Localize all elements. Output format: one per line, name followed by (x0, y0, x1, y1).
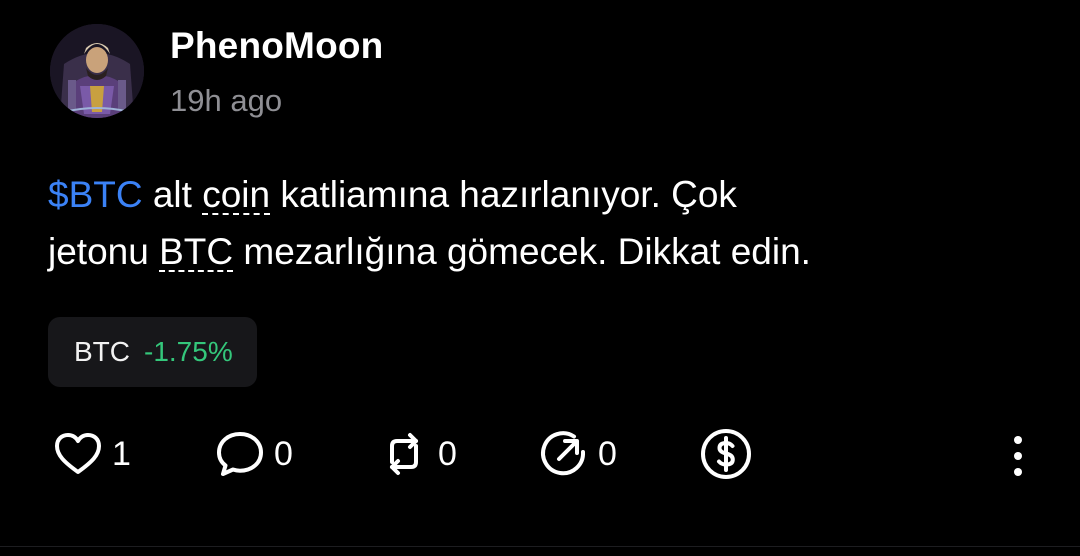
more-options-button[interactable] (1000, 424, 1036, 484)
post-content-line-2: jetonu BTC mezarlığına gömecek. Dikkat e… (48, 223, 1038, 280)
repost-icon (390, 433, 418, 475)
cashtag-link[interactable]: $BTC (48, 174, 143, 215)
share-icon (541, 431, 586, 476)
post-text: alt (142, 174, 203, 215)
divider (0, 546, 1080, 547)
avatar-image (50, 24, 144, 118)
comment-button[interactable]: 0 (214, 424, 293, 484)
dollar-tip-icon (701, 429, 751, 479)
repost-count: 0 (438, 435, 457, 473)
more-vertical-icon (1014, 436, 1022, 476)
post-text: jetonu (48, 231, 160, 272)
action-bar: 1 0 0 0 (0, 424, 1080, 484)
post-text: mezarlığına gömecek. Dikkat edin. (233, 231, 811, 272)
like-count: 1 (112, 435, 131, 473)
coin-link[interactable]: coin (202, 174, 270, 215)
ticker-change: -1.75% (144, 336, 233, 367)
author-name[interactable]: PhenoMoon (170, 24, 383, 68)
heart-icon (55, 433, 101, 474)
tip-button[interactable] (698, 424, 754, 484)
post-content-line-1: $BTC alt coin katliamına hazırlanıyor. Ç… (48, 166, 1038, 223)
post-timestamp: 19h ago (170, 83, 283, 118)
share-count: 0 (598, 435, 617, 473)
post-content: $BTC alt coin katliamına hazırlanıyor. Ç… (48, 166, 1038, 280)
post-text: katliamına hazırlanıyor. Çok (270, 174, 737, 215)
ticker-chip[interactable]: BTC -1.75% (48, 317, 257, 387)
comment-bubble-icon (217, 432, 263, 476)
ticker-symbol: BTC (74, 336, 130, 367)
btc-link[interactable]: BTC (159, 231, 233, 272)
avatar[interactable] (50, 24, 144, 118)
repost-button[interactable]: 0 (378, 424, 457, 484)
comment-count: 0 (274, 435, 293, 473)
post-card: PhenoMoon 19h ago $BTC alt coin katliamı… (0, 0, 1080, 556)
like-button[interactable]: 1 (52, 424, 131, 484)
share-button[interactable]: 0 (538, 424, 617, 484)
